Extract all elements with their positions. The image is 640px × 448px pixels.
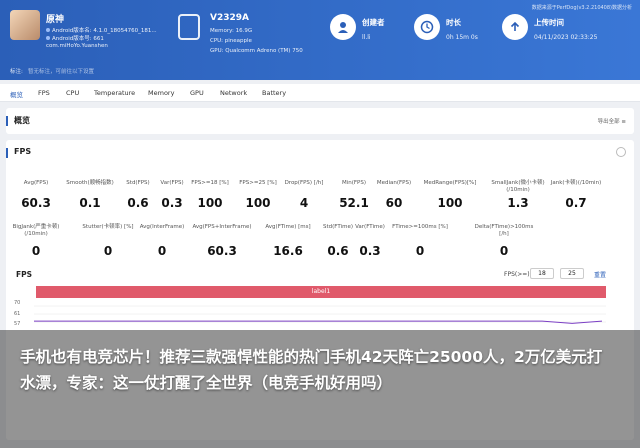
creator-label: 创建者	[362, 18, 385, 27]
metric-value: 60	[385, 196, 403, 210]
app-name: 原神	[46, 15, 65, 25]
nav-fps[interactable]: FPS	[38, 89, 50, 97]
chart-title: FPS	[16, 270, 33, 279]
export-all-link[interactable]: 导出全部 ≡	[598, 117, 626, 125]
panel-accent	[6, 116, 8, 126]
fps-threshold-input-2[interactable]: 25	[560, 268, 584, 279]
metric-label: Jank(卡顿)(/10min)	[550, 180, 602, 186]
y-tick-label: 57	[14, 321, 21, 327]
metric-label: Avg(FPS+InterFrame)	[192, 224, 252, 230]
duration-label: 时长	[446, 18, 461, 27]
metric-value: 60.3	[207, 244, 237, 258]
app-version-name: Android版本名: 4.1.0_18054760_181...	[46, 26, 157, 34]
metric-label: Median(FPS)	[376, 180, 412, 186]
app-package: com.miHoYo.Yuanshen	[46, 43, 108, 49]
phone-icon	[178, 14, 200, 40]
device-memory: Memory: 16.9G	[210, 28, 253, 34]
metric-value: 100	[437, 196, 463, 210]
y-tick-label: 61	[14, 311, 21, 317]
upload-value: 04/11/2023 02:33:25	[534, 34, 598, 41]
fps-threshold-label: FPS(>=)	[504, 271, 530, 278]
metric-value: 0.7	[565, 196, 587, 210]
collapse-icon[interactable]	[616, 147, 626, 157]
overview-title: 概览	[14, 116, 30, 125]
y-tick-label: 70	[14, 300, 21, 306]
device-gpu: GPU: Qualcomm Adreno (TM) 750	[210, 48, 303, 54]
label-bar: label1	[36, 286, 606, 298]
android-icon	[46, 36, 50, 40]
headline-caption: 手机也有电竞芯片！推荐三款强悍性能的热门手机42天阵亡25000人，2万亿美元打…	[20, 348, 603, 392]
device-name: V2329A	[210, 13, 249, 23]
upload-label: 上传时间	[534, 18, 564, 27]
tag-hint[interactable]: 暂无标注，可前往以下设置	[28, 67, 94, 75]
nav-gpu[interactable]: GPU	[190, 89, 204, 97]
android-icon	[46, 28, 50, 32]
fps-panel-title: FPS	[14, 147, 32, 156]
tag-label: 标注:	[10, 69, 23, 75]
fps-threshold-input-1[interactable]: 18	[530, 268, 554, 279]
overview-panel: 概览 导出全部 ≡	[6, 108, 634, 134]
data-source-note: 数据来源于PerfDog(v3.2.210408)数据分析	[531, 5, 632, 11]
metric-label: BigJank(严重卡顿)(/10min)	[12, 224, 60, 237]
nav-memory[interactable]: Memory	[148, 89, 174, 97]
duration-value: 0h 15m 0s	[446, 34, 478, 41]
fps-line-chart	[34, 305, 606, 324]
user-icon	[330, 14, 356, 40]
panel-accent	[6, 148, 8, 158]
metric-value: 0	[415, 244, 425, 258]
metric-label: Avg(InterFrame)	[139, 224, 185, 230]
metric-value: 1.3	[507, 196, 529, 210]
metric-label: SmallJank(微小卡顿)(/10min)	[491, 180, 545, 193]
nav-temperature[interactable]: Temperature	[94, 89, 135, 97]
metric-label: Delta(FTime)>100ms [/h]	[474, 224, 534, 237]
metric-value: 0	[157, 244, 167, 258]
app-icon	[10, 10, 40, 40]
nav-cpu[interactable]: CPU	[66, 89, 79, 97]
clock-icon	[414, 14, 440, 40]
upload-icon	[502, 14, 528, 40]
app-version-code: Android版本号: 661	[46, 34, 104, 42]
metric-value: 0	[31, 244, 41, 258]
metric-value: 0	[499, 244, 509, 258]
report-header: 数据来源于PerfDog(v3.2.210408)数据分析 原神 Android…	[0, 0, 640, 80]
creator-value: ll.li	[362, 34, 371, 41]
nav-battery[interactable]: Battery	[262, 89, 286, 97]
metric-label: MedRange(FPS)[%]	[423, 180, 477, 186]
reset-button[interactable]: 重置	[594, 270, 606, 279]
nav-network[interactable]: Network	[220, 89, 247, 97]
nav-overview[interactable]: 概览	[10, 89, 23, 99]
section-nav: 概览 FPS CPU Temperature Memory GPU Networ…	[0, 84, 640, 102]
device-cpu: CPU: pineapple	[210, 38, 252, 44]
metric-label: FTime>=100ms [%]	[392, 224, 448, 230]
